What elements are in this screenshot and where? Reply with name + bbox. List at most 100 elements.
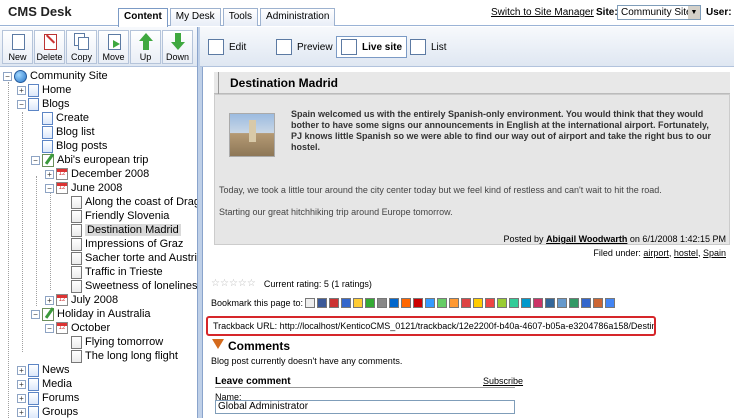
bookmark-service-icon[interactable] [545, 298, 556, 308]
tag-link[interactable]: hostel [674, 248, 698, 258]
bookmark-service-icon[interactable] [425, 298, 436, 308]
tree-node-destination-madrid[interactable]: Destination Madrid [71, 223, 181, 237]
copy-icon [73, 33, 90, 51]
bookmark-service-icon[interactable] [509, 298, 520, 308]
tag-link[interactable]: airport [643, 248, 669, 258]
star-icon[interactable]: ☆ [238, 278, 247, 289]
page-icon [42, 111, 53, 125]
collapse-icon[interactable]: − [31, 309, 40, 319]
tree-node-post[interactable]: Flying tomorrow [71, 335, 163, 349]
tab-my-desk[interactable]: My Desk [169, 8, 221, 26]
collapse-icon[interactable]: − [17, 99, 26, 109]
expand-icon[interactable]: + [17, 407, 26, 417]
arrow-down-icon [170, 33, 186, 51]
bookmark-service-icon[interactable] [473, 298, 484, 308]
delete-button[interactable]: Delete [34, 30, 65, 64]
switch-site-manager-link[interactable]: Switch to Site Manager [491, 7, 594, 18]
tree-node-forums[interactable]: + Forums [17, 391, 79, 405]
move-button[interactable]: Move [98, 30, 129, 64]
tree-node-post[interactable]: Sweetness of loneliness [71, 279, 197, 293]
tree-node-groups[interactable]: + Groups [17, 405, 78, 418]
tree-node-post[interactable]: Traffic in Trieste [71, 265, 163, 279]
tree-node-home[interactable]: + Home [17, 83, 71, 97]
copy-button[interactable]: Copy [66, 30, 97, 64]
tree-node-blog-list[interactable]: Blog list [42, 125, 95, 139]
tree-node-blog-posts[interactable]: Blog posts [42, 139, 107, 153]
tree-node-blogs[interactable]: − Blogs [17, 97, 70, 111]
bookmark-service-icon[interactable] [593, 298, 604, 308]
expand-icon[interactable]: + [17, 85, 26, 95]
tree-node-root[interactable]: − Community Site [3, 69, 108, 83]
main-tabs: Content My Desk Tools Administration [118, 8, 337, 27]
bookmark-service-icon[interactable] [461, 298, 472, 308]
bookmark-service-icon[interactable] [353, 298, 364, 308]
down-button[interactable]: Down [162, 30, 193, 64]
tree-node-june-2008[interactable]: − 12 June 2008 [45, 181, 122, 195]
bookmark-service-icon[interactable] [329, 298, 340, 308]
tree-node-post[interactable]: Sacher torte and Austria [71, 251, 197, 265]
bookmark-service-icon[interactable] [401, 298, 412, 308]
name-input[interactable]: Global Administrator [215, 400, 515, 414]
tree-node-october[interactable]: − 12 October [45, 321, 110, 335]
bookmark-service-icon[interactable] [497, 298, 508, 308]
tab-content[interactable]: Content [118, 8, 168, 27]
tree-node-post[interactable]: The long long flight [71, 349, 178, 363]
globe-icon [14, 69, 27, 83]
expand-icon[interactable]: + [17, 365, 26, 375]
star-icon[interactable]: ☆ [211, 278, 220, 289]
bookmark-service-icon[interactable] [581, 298, 592, 308]
bookmark-service-icon[interactable] [305, 298, 316, 308]
collapse-icon[interactable]: − [45, 183, 54, 193]
live-site-content: Destination Madrid Spain welcomed us wit… [204, 68, 734, 418]
bookmark-service-icon[interactable] [437, 298, 448, 308]
bookmark-service-icon[interactable] [413, 298, 424, 308]
bookmark-service-icon[interactable] [449, 298, 460, 308]
tree-node-news[interactable]: + News [17, 363, 70, 377]
star-icon[interactable]: ☆ [229, 278, 238, 289]
rating-text: Current rating: 5 (1 ratings) [263, 278, 372, 289]
facebook-icon[interactable] [317, 298, 328, 308]
tree-node-post[interactable]: Friendly Slovenia [71, 209, 169, 223]
preview-mode-button[interactable]: Preview [272, 36, 337, 58]
site-select[interactable]: Community Site ▼ [617, 5, 701, 20]
expand-icon[interactable]: + [17, 393, 26, 403]
collapse-icon[interactable]: − [31, 155, 40, 165]
collapse-icon[interactable]: − [45, 323, 54, 333]
tree-node-abis-european-trip[interactable]: − Abi's european trip [31, 153, 148, 167]
bookmark-service-icon[interactable] [557, 298, 568, 308]
bookmark-service-icon[interactable] [377, 298, 388, 308]
bookmark-service-icon[interactable] [521, 298, 532, 308]
tab-tools[interactable]: Tools [222, 8, 259, 26]
tree-node-july-2008[interactable]: + 12 July 2008 [45, 293, 118, 307]
author-link[interactable]: Abigail Woodwarth [546, 234, 627, 244]
live-site-mode-button[interactable]: Live site [336, 36, 408, 58]
google-icon[interactable] [605, 298, 616, 308]
bookmark-service-icon[interactable] [365, 298, 376, 308]
new-button[interactable]: New [2, 30, 33, 64]
collapse-icon[interactable]: − [3, 71, 12, 81]
tab-administration[interactable]: Administration [260, 8, 336, 26]
tree-node-holiday-in-australia[interactable]: − Holiday in Australia [31, 307, 151, 321]
tree-node-december-2008[interactable]: + 12 December 2008 [45, 167, 149, 181]
star-icon[interactable]: ☆ [220, 278, 229, 289]
tree-node-media[interactable]: + Media [17, 377, 72, 391]
list-mode-button[interactable]: List [406, 36, 451, 58]
expand-icon[interactable]: + [45, 295, 54, 305]
edit-mode-button[interactable]: Edit [204, 36, 250, 58]
pane-splitter[interactable] [197, 27, 203, 418]
tree-node-post[interactable]: Impressions of Graz [71, 237, 183, 251]
bookmark-service-icon[interactable] [485, 298, 496, 308]
site-label: Site: [596, 7, 618, 18]
up-button[interactable]: Up [130, 30, 161, 64]
subscribe-link[interactable]: Subscribe [483, 376, 523, 386]
bookmark-service-icon[interactable] [389, 298, 400, 308]
star-icon[interactable]: ☆ [247, 278, 256, 289]
expand-icon[interactable]: + [45, 169, 54, 179]
bookmark-service-icon[interactable] [569, 298, 580, 308]
expand-icon[interactable]: + [17, 379, 26, 389]
tag-link[interactable]: Spain [703, 248, 726, 258]
tree-node-post[interactable]: Along the coast of Drago [71, 195, 197, 209]
tree-node-create[interactable]: Create [42, 111, 89, 125]
bookmark-service-icon[interactable] [533, 298, 544, 308]
bookmark-service-icon[interactable] [341, 298, 352, 308]
